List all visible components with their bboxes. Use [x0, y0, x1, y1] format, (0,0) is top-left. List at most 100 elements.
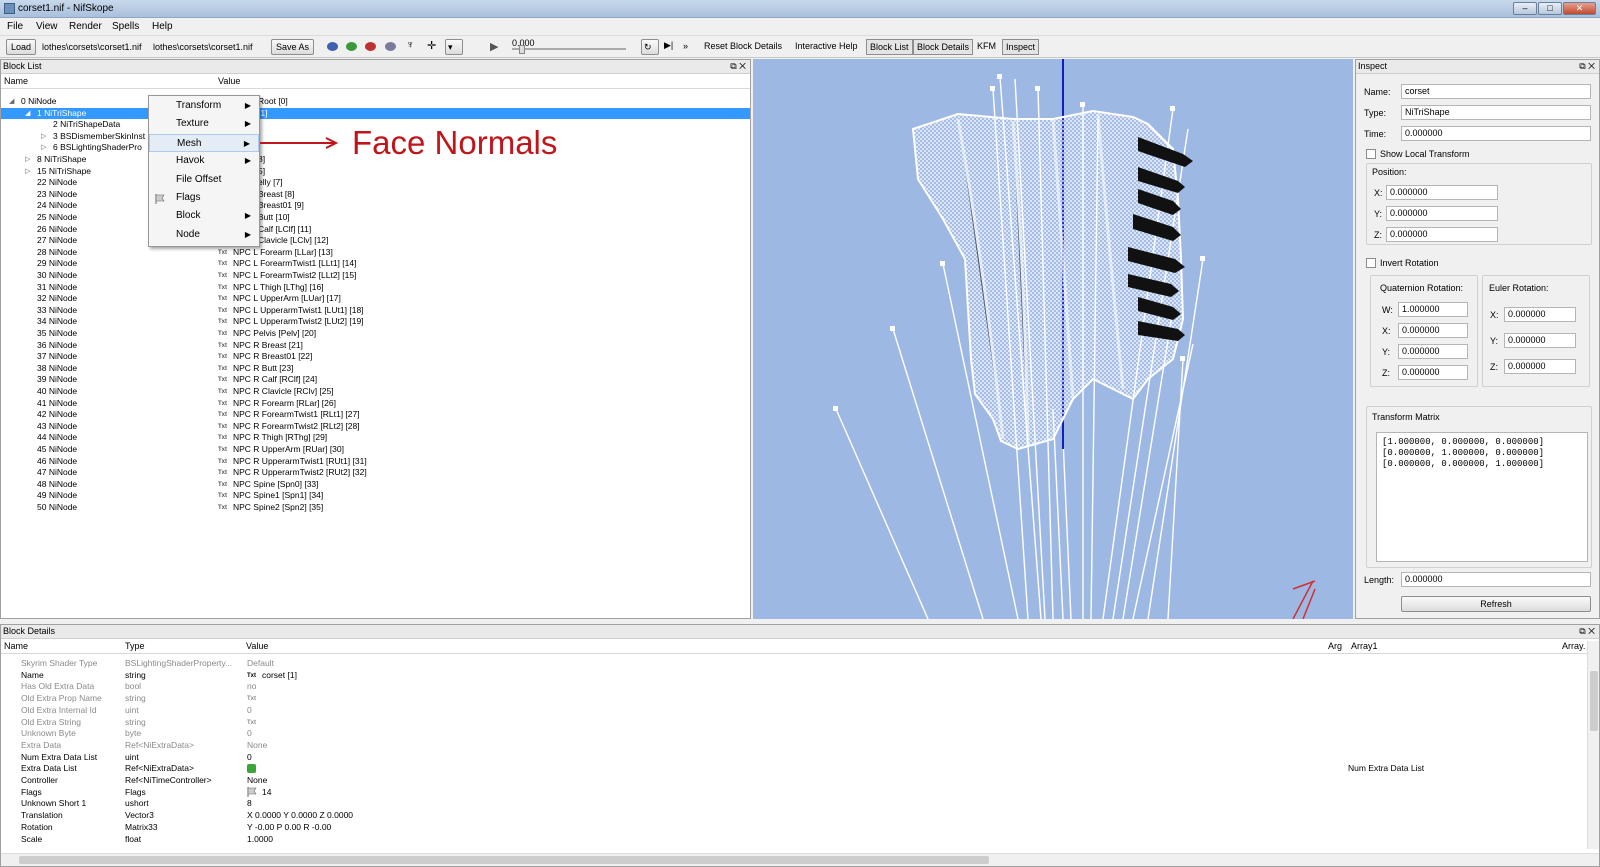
maximize-button[interactable]: □	[1538, 2, 1562, 15]
tree-row[interactable]: 43 NiNode Txt NPC R ForearmTwist2 [RLt2] […	[1, 421, 750, 433]
pos-y-field[interactable]: 0.000000	[1386, 206, 1498, 221]
expand-arrow-icon[interactable]: ▷	[25, 166, 30, 177]
expand-arrow-icon[interactable]: ▷	[41, 131, 46, 142]
tree-row[interactable]: ◢ 1 NiTriShape [1]	[1, 107, 750, 120]
q-x-field[interactable]: 0.000000	[1398, 323, 1468, 338]
detail-row[interactable]: Flags Flags 14	[1, 786, 1586, 799]
context-menu-item[interactable]: Havok ▶	[149, 152, 259, 170]
load-button[interactable]: Load	[6, 39, 37, 55]
tree-row[interactable]: 22 NiNode elly [7]	[1, 177, 750, 189]
tree-row[interactable]: 38 NiNode Txt NPC R Butt [23]	[1, 363, 750, 375]
e-z-field[interactable]: 0.000000	[1504, 359, 1576, 374]
context-menu-item[interactable]: Transform ▶	[149, 97, 259, 115]
e-y-field[interactable]: 0.000000	[1504, 333, 1576, 348]
time-slider-handle[interactable]	[519, 45, 525, 54]
save-path-field[interactable]: lothes\corsets\corset1.nif	[153, 40, 265, 54]
shape-mode-icon[interactable]	[327, 42, 338, 51]
invert-rotation-checkbox[interactable]	[1366, 258, 1376, 268]
e-x-field[interactable]: 0.000000	[1504, 307, 1576, 322]
context-menu-item[interactable]: Node ▶	[149, 226, 259, 244]
menu-help[interactable]: Help	[152, 21, 173, 32]
tree-row[interactable]: 30 NiNode Txt NPC L ForearmTwist2 [LLt2] […	[1, 270, 750, 282]
tree-row[interactable]: 44 NiNode Txt NPC R Thigh [RThg] [29]	[1, 432, 750, 444]
tree-row[interactable]: 32 NiNode Txt NPC L UpperArm [LUar] [17]	[1, 293, 750, 305]
length-field[interactable]: 0.000000	[1401, 572, 1591, 587]
tree-row[interactable]: 24 NiNode Breast01 [9]	[1, 200, 750, 212]
menu-view[interactable]: View	[36, 21, 58, 32]
detail-row[interactable]: Has Old Extra Data bool no	[1, 681, 1586, 693]
block-list-toggle[interactable]: Block List	[866, 39, 913, 55]
block-details-toggle[interactable]: Block Details	[913, 39, 974, 55]
detail-row[interactable]: Extra Data List Ref<NiExtraData> Num Extra…	[1, 763, 1586, 775]
show-local-transform-checkbox[interactable]	[1366, 149, 1376, 159]
tree-row[interactable]: 47 NiNode Txt NPC R UpperarmTwist2 [RUt2] …	[1, 467, 750, 479]
col-array2[interactable]: Array.	[1562, 641, 1585, 651]
context-menu-item[interactable]: Block ▶	[149, 207, 259, 225]
tree-row[interactable]: 49 NiNode Txt NPC Spine1 [Spn1] [34]	[1, 490, 750, 502]
detail-row[interactable]: Old Extra Prop Name string Txt	[1, 693, 1586, 705]
pos-x-field[interactable]: 0.000000	[1386, 185, 1498, 200]
tree-row[interactable]: 27 NiNode Clavicle [LClv] [12]	[1, 235, 750, 247]
tree-row[interactable]: 36 NiNode Txt NPC R Breast [21]	[1, 340, 750, 352]
wireframe-mode-icon[interactable]	[385, 42, 396, 51]
details-vertical-scrollbar[interactable]	[1587, 641, 1599, 849]
context-menu-item[interactable]: Mesh ▶	[149, 133, 259, 152]
tree-row[interactable]: 23 NiNode Breast [8]	[1, 189, 750, 201]
panel-float-close-icons[interactable]: ⧉ ✕	[1579, 625, 1595, 638]
tree-row[interactable]: 40 NiNode Txt NPC R Clavicle [RClv] [25]	[1, 386, 750, 398]
detail-row[interactable]: Name string Txt corset [1]	[1, 670, 1586, 682]
tree-row[interactable]: 29 NiNode Txt NPC L ForearmTwist1 [LLt1] […	[1, 258, 750, 270]
detail-row[interactable]: Old Extra Internal Id uint 0	[1, 705, 1586, 717]
shape-mode-red-icon[interactable]	[365, 42, 376, 51]
tree-row[interactable]: ◢ 0 NiNode Root [0]	[1, 96, 750, 108]
tree-row[interactable]: 39 NiNode Txt NPC R Calf [RClf] [24]	[1, 374, 750, 386]
scroll-thumb[interactable]	[19, 856, 989, 864]
tree-row[interactable]: 28 NiNode Txt NPC L Forearm [LLar] [13]	[1, 247, 750, 259]
details-horizontal-scrollbar[interactable]	[1, 853, 1599, 866]
detail-row[interactable]: Num Extra Data List uint 0	[1, 752, 1586, 764]
q-y-field[interactable]: 0.000000	[1398, 344, 1468, 359]
context-menu-item[interactable]: File Offset	[149, 171, 259, 189]
detail-row[interactable]: Old Extra String string Txt	[1, 717, 1586, 729]
tree-row[interactable]: 34 NiNode Txt NPC L UpperarmTwist2 [LUt2] …	[1, 316, 750, 328]
panel-float-close-icons[interactable]: ⧉ ✕	[730, 60, 746, 73]
col-value[interactable]: Value	[218, 76, 240, 86]
pos-z-field[interactable]: 0.000000	[1386, 227, 1498, 242]
panel-float-close-icons[interactable]: ⧉ ✕	[1579, 60, 1595, 73]
col-name[interactable]: Name	[4, 641, 28, 651]
inspect-toggle[interactable]: Inspect	[1002, 39, 1040, 55]
load-path-field[interactable]: lothes\corsets\corset1.nif	[42, 40, 150, 54]
toolbar-more[interactable]: »	[683, 41, 688, 51]
time-field[interactable]: 0.000000	[1401, 126, 1591, 141]
col-array1[interactable]: Array1	[1351, 641, 1378, 651]
kfm-toggle[interactable]: KFM	[977, 41, 996, 51]
col-arg[interactable]: Arg	[1328, 641, 1342, 651]
menu-file[interactable]: File	[7, 21, 23, 32]
shape-mode-green-icon[interactable]	[346, 42, 357, 51]
expand-arrow-icon[interactable]: ▷	[41, 142, 46, 153]
figure-icon[interactable]: ♆	[406, 39, 414, 51]
detail-row[interactable]: Scale float 1.0000	[1, 834, 1586, 846]
tree-row[interactable]: 31 NiNode Txt NPC L Thigh [LThg] [16]	[1, 282, 750, 294]
col-name[interactable]: Name	[4, 76, 28, 86]
refresh-button[interactable]: Refresh	[1401, 596, 1591, 612]
tree-row[interactable]: 35 NiNode Txt NPC Pelvis [Pelv] [20]	[1, 328, 750, 340]
scroll-thumb[interactable]	[1590, 671, 1598, 731]
reset-block-details-button[interactable]: Reset Block Details	[704, 41, 782, 51]
detail-row[interactable]: Controller Ref<NiTimeController> None	[1, 775, 1586, 787]
play-icon[interactable]: ▶	[490, 40, 498, 53]
close-window-button[interactable]: ✕	[1563, 2, 1596, 15]
col-type[interactable]: Type	[125, 641, 145, 651]
context-menu-item[interactable]: Texture ▶	[149, 115, 259, 133]
name-field[interactable]: corset	[1401, 84, 1591, 99]
tree-row[interactable]: ▷ 15 NiTriShape 5]	[1, 166, 750, 178]
interactive-help-button[interactable]: Interactive Help	[795, 41, 858, 51]
axes-icon[interactable]: ✛	[427, 39, 436, 52]
detail-row[interactable]: Unknown Short 1 ushort 8	[1, 798, 1586, 810]
tree-row[interactable]: 46 NiNode Txt NPC R UpperarmTwist1 [RUt1] …	[1, 456, 750, 468]
col-value[interactable]: Value	[246, 641, 268, 651]
tree-row[interactable]: 41 NiNode Txt NPC R Forearm [RLar] [26]	[1, 398, 750, 410]
tree-row[interactable]: 37 NiNode Txt NPC R Breast01 [22]	[1, 351, 750, 363]
detail-row[interactable]: Skyrim Shader Type BSLightingShaderProper…	[1, 658, 1586, 670]
detail-row[interactable]: Extra Data Ref<NiExtraData> None	[1, 740, 1586, 752]
